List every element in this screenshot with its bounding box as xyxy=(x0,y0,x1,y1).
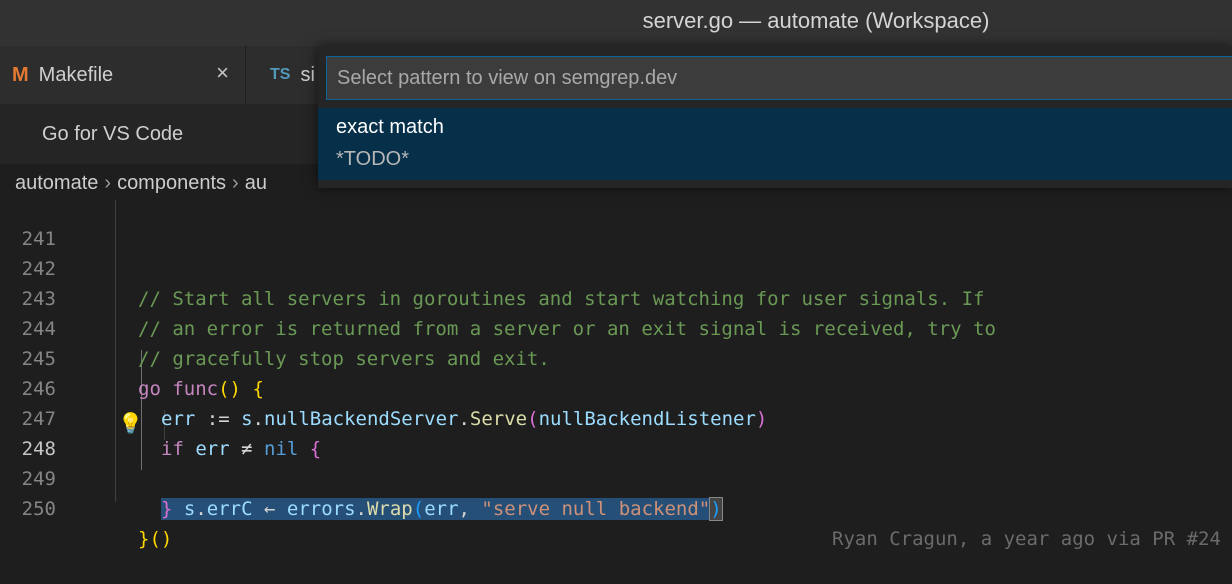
token: s xyxy=(183,498,196,520)
tab-label: Makefile xyxy=(38,63,114,86)
token: errC xyxy=(206,498,253,520)
code-editor[interactable]: 241 242 // Start all servers in goroutin… xyxy=(0,200,1232,550)
code-text: }() xyxy=(138,524,172,554)
token: ) xyxy=(709,497,723,521)
token: } xyxy=(138,528,150,550)
token: err xyxy=(424,498,459,520)
extension-label[interactable]: Go for VS Code xyxy=(42,104,183,164)
window-title: server.go — automate (Workspace) xyxy=(642,8,990,33)
token: . xyxy=(195,498,207,520)
code-line: 242 // Start all servers in goroutines a… xyxy=(0,224,1232,310)
code-text: › s.errC ← errors.Wrap(err, "serve null … xyxy=(161,497,723,521)
quick-pick-item-detail: *TODO* xyxy=(336,148,409,170)
code-line: 241 xyxy=(0,194,1232,250)
tab-makefile[interactable]: M Makefile × xyxy=(0,46,246,104)
token: errors xyxy=(286,498,356,520)
code-line: 250 }() xyxy=(0,464,1232,550)
token: ← xyxy=(252,498,287,520)
code-text: } xyxy=(161,498,173,520)
tab-label: si xyxy=(300,63,315,86)
token: ( xyxy=(412,498,425,520)
token: , xyxy=(458,498,482,520)
line-number: 250 xyxy=(21,498,56,520)
makefile-icon: M xyxy=(12,63,29,86)
token: () xyxy=(149,528,173,550)
token: "serve null backend" xyxy=(481,498,711,520)
code-line: 246 err := s.nullBackendServer.Serve(nul… xyxy=(0,344,1232,430)
git-blame-annotation: Ryan Cragun, a year ago via PR #24 xyxy=(832,528,1221,550)
code-line: 244 // gracefully stop servers and exit. xyxy=(0,284,1232,370)
token: Wrap xyxy=(366,498,413,520)
quick-pick-item[interactable]: exact match *TODO* xyxy=(318,108,1232,180)
code-line: 243 // an error is returned from a serve… xyxy=(0,254,1232,340)
quick-pick-item-label: exact match xyxy=(336,116,444,138)
quick-pick: exact match *TODO* xyxy=(318,46,1232,188)
title-bar: server.go — automate (Workspace) xyxy=(0,0,1232,46)
quick-pick-input[interactable] xyxy=(326,56,1232,100)
code-line: 247 if err ≠ nil { xyxy=(0,374,1232,460)
code-line: 245 go func() { xyxy=(0,314,1232,400)
typescript-icon: TS xyxy=(270,66,291,83)
code-line: 248 💡 › s.errC ← errors.Wrap(err, "serve… xyxy=(0,404,1232,550)
token: . xyxy=(355,498,367,520)
close-icon[interactable]: × xyxy=(216,60,229,86)
code-line: 249 } xyxy=(0,434,1232,520)
